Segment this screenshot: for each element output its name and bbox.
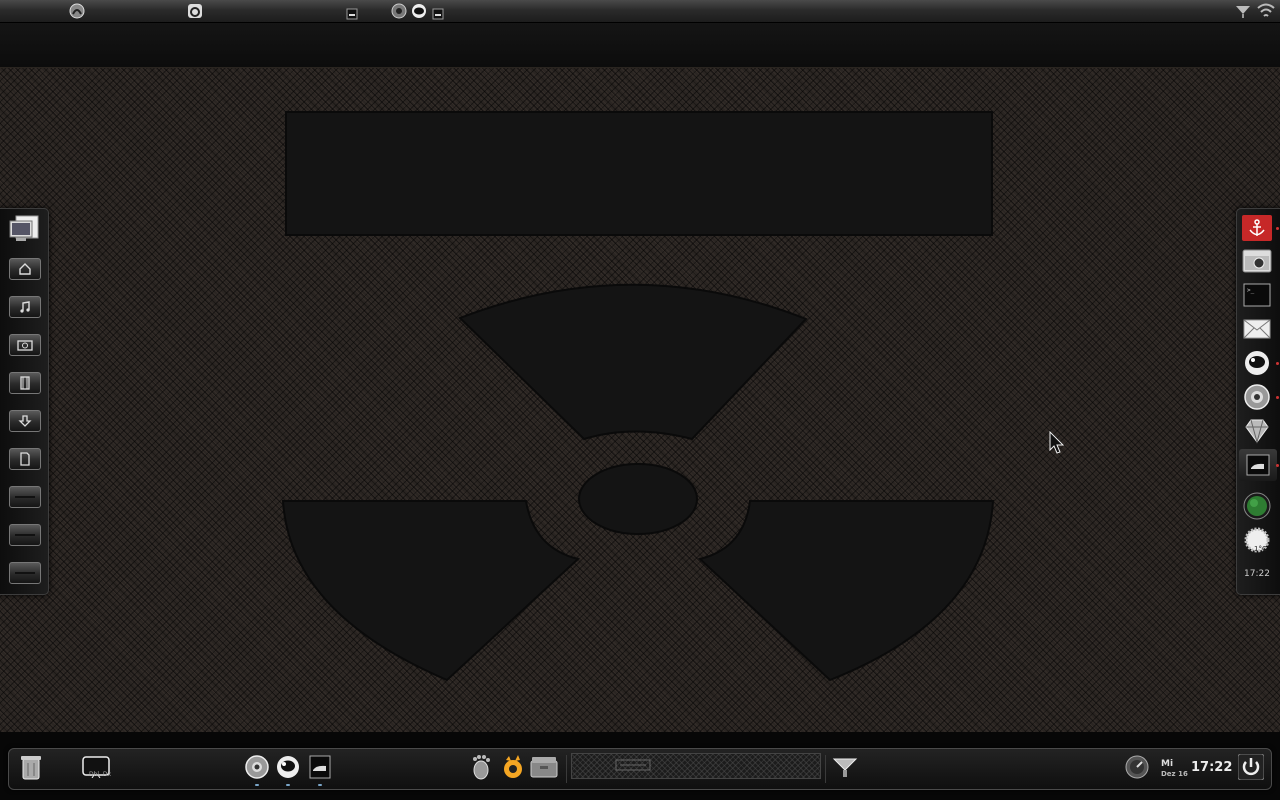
network-icon[interactable] xyxy=(1234,2,1252,20)
running-indicator xyxy=(255,784,259,786)
clock-date: Dez 16 xyxy=(1161,770,1188,778)
videos-folder-icon[interactable] xyxy=(9,372,41,394)
drive-icon[interactable] xyxy=(9,486,41,508)
drive-icon[interactable] xyxy=(9,562,41,584)
gimp-icon[interactable] xyxy=(186,2,204,20)
running-indicator xyxy=(286,784,290,786)
downloads-folder-icon[interactable] xyxy=(9,410,41,432)
weather-icon[interactable]: 1°C xyxy=(1242,526,1272,554)
mouse-cursor-icon xyxy=(1049,430,1065,459)
terminal-icon[interactable]: >_ xyxy=(1242,281,1272,309)
window-icon[interactable] xyxy=(306,753,334,781)
astronaut-app-icon[interactable] xyxy=(1242,349,1272,377)
clock-day: Mi xyxy=(1161,759,1174,769)
documents-folder-icon[interactable] xyxy=(9,448,41,470)
running-indicator xyxy=(318,784,322,786)
gear-app-icon[interactable] xyxy=(1242,383,1272,411)
system-monitor-applet[interactable] xyxy=(571,753,821,779)
left-dock xyxy=(0,208,49,595)
top-panel xyxy=(0,0,1280,23)
dock-separator xyxy=(825,755,826,783)
clock-time[interactable]: 17:22 xyxy=(1191,760,1232,775)
home-folder-icon[interactable] xyxy=(9,258,41,280)
running-indicator xyxy=(1276,396,1279,399)
anchor-icon[interactable] xyxy=(1242,214,1272,242)
dock-separator xyxy=(566,755,567,783)
desktop-wallpaper[interactable] xyxy=(0,68,1280,732)
gem-icon[interactable] xyxy=(1242,417,1272,445)
radiation-symbol-wallpaper xyxy=(281,111,995,682)
desktop-display-label: Dbl. Dx xyxy=(89,771,112,778)
pictures-folder-icon[interactable] xyxy=(9,334,41,356)
network-icon[interactable] xyxy=(831,753,859,781)
camera-icon[interactable] xyxy=(1242,247,1272,275)
gimp-icon[interactable] xyxy=(499,753,527,781)
wallpaper-bar xyxy=(285,111,993,236)
running-indicator xyxy=(1276,227,1279,230)
astronaut-app-icon[interactable] xyxy=(274,753,302,781)
wallpaper-blade-right xyxy=(697,500,995,682)
green-globe-icon[interactable] xyxy=(1242,492,1272,520)
top-band xyxy=(0,23,1280,68)
dock-clock: 17:22 xyxy=(1244,569,1270,579)
gear-app-icon[interactable] xyxy=(390,2,408,20)
computer-icon[interactable] xyxy=(8,215,40,245)
wallpaper-center xyxy=(578,463,698,535)
gnome-foot-icon[interactable] xyxy=(68,2,86,20)
minimized-window-icon[interactable] xyxy=(346,5,358,20)
window-icon[interactable] xyxy=(432,5,444,20)
wallpaper-blade-top xyxy=(458,283,808,441)
trash-icon[interactable] xyxy=(17,753,45,781)
right-dock: >_ 1°C 17:22 xyxy=(1236,208,1280,595)
wallpaper-blade-left xyxy=(281,500,581,682)
music-folder-icon[interactable] xyxy=(9,296,41,318)
running-indicator xyxy=(1276,362,1279,365)
wifi-icon[interactable] xyxy=(1256,2,1275,20)
power-icon[interactable] xyxy=(1237,753,1265,781)
weather-temperature: 1°C xyxy=(1254,545,1267,553)
gnome-foot-icon[interactable] xyxy=(467,753,495,781)
gear-app-icon[interactable] xyxy=(243,753,271,781)
svg-text:>_: >_ xyxy=(1247,287,1255,294)
drive-icon[interactable] xyxy=(9,524,41,546)
window-icon[interactable] xyxy=(1239,449,1277,481)
running-indicator xyxy=(1276,464,1279,467)
archive-icon[interactable] xyxy=(530,753,558,781)
bottom-dock: Dbl. Dx Mi Dez 16 17:22 xyxy=(8,748,1272,790)
volume-knob-icon[interactable] xyxy=(1123,753,1151,781)
astronaut-app-icon[interactable] xyxy=(410,2,428,20)
mail-icon[interactable] xyxy=(1242,315,1272,343)
